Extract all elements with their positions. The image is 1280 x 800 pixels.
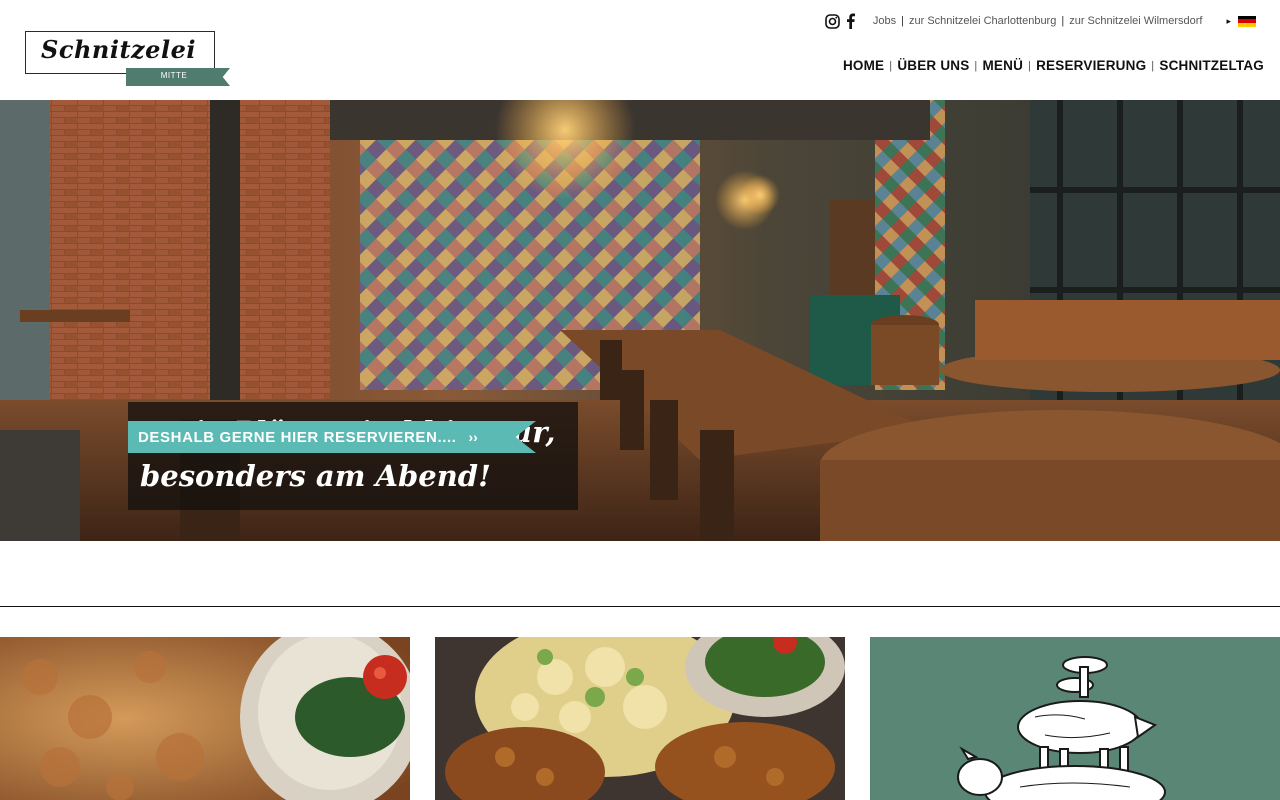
nav-schnitzeltag[interactable]: SCHNITZELTAG bbox=[1159, 58, 1264, 73]
card-farm-illustration[interactable] bbox=[870, 637, 1280, 800]
top-link-separator: | bbox=[901, 15, 904, 27]
reserve-button[interactable]: DESHALB GERNE HIER RESERVIEREN.... ›› bbox=[128, 421, 536, 453]
top-bar: Jobs | zur Schnitzelei Charlottenburg | … bbox=[825, 10, 1256, 32]
language-arrow-icon: ▸ bbox=[1226, 15, 1231, 26]
logo-location: MITTE bbox=[160, 71, 188, 80]
top-link-wilmersdorf[interactable]: zur Schnitzelei Wilmersdorf bbox=[1069, 15, 1202, 27]
facebook-icon[interactable] bbox=[846, 13, 855, 29]
top-links: Jobs | zur Schnitzelei Charlottenburg | … bbox=[873, 15, 1203, 27]
logo[interactable]: Schnitzelei MITTE bbox=[25, 31, 231, 87]
top-link-separator: | bbox=[1061, 15, 1065, 27]
nav-separator: | bbox=[1151, 59, 1155, 72]
schnitzel-with-potato-salad-photo bbox=[435, 637, 845, 800]
nav-ueber-uns[interactable]: ÜBER UNS bbox=[897, 58, 969, 73]
reserve-button-label: DESHALB GERNE HIER RESERVIEREN.... bbox=[138, 428, 457, 446]
schnitzel-with-salad-bowl-photo bbox=[0, 637, 410, 800]
section-divider bbox=[0, 606, 1280, 607]
site-header: Schnitzelei MITTE Jobs | zur Schnitzelei… bbox=[0, 0, 1280, 100]
nav-reservierung[interactable]: RESERVIERUNG bbox=[1036, 58, 1146, 73]
top-link-charlottenburg[interactable]: zur Schnitzelei Charlottenburg bbox=[909, 15, 1056, 27]
top-link-jobs[interactable]: Jobs bbox=[873, 15, 896, 27]
logo-text: Schnitzelei bbox=[41, 35, 196, 64]
hero-caption: Freie Plätze sind hier rar, besonders am… bbox=[128, 402, 578, 510]
hero-banner: Freie Plätze sind hier rar, besonders am… bbox=[0, 100, 1280, 541]
nav-separator: | bbox=[889, 59, 893, 72]
instagram-icon[interactable] bbox=[825, 13, 840, 29]
social-links bbox=[825, 13, 855, 29]
language-switcher[interactable]: ▸ bbox=[1226, 15, 1256, 27]
nav-menue[interactable]: MENÜ bbox=[982, 58, 1023, 73]
main-nav: HOME | ÜBER UNS | MENÜ | RESERVIERUNG | … bbox=[843, 58, 1264, 73]
card-schnitzel-potato-salad[interactable] bbox=[435, 637, 845, 800]
pig-and-cow-illustration bbox=[870, 637, 1280, 800]
nav-home[interactable]: HOME bbox=[843, 58, 884, 73]
double-chevron-right-icon: ›› bbox=[468, 429, 478, 445]
german-flag-icon[interactable] bbox=[1238, 15, 1256, 27]
nav-separator: | bbox=[1028, 59, 1032, 72]
nav-separator: | bbox=[974, 59, 978, 72]
card-schnitzel-salad[interactable] bbox=[0, 637, 410, 800]
